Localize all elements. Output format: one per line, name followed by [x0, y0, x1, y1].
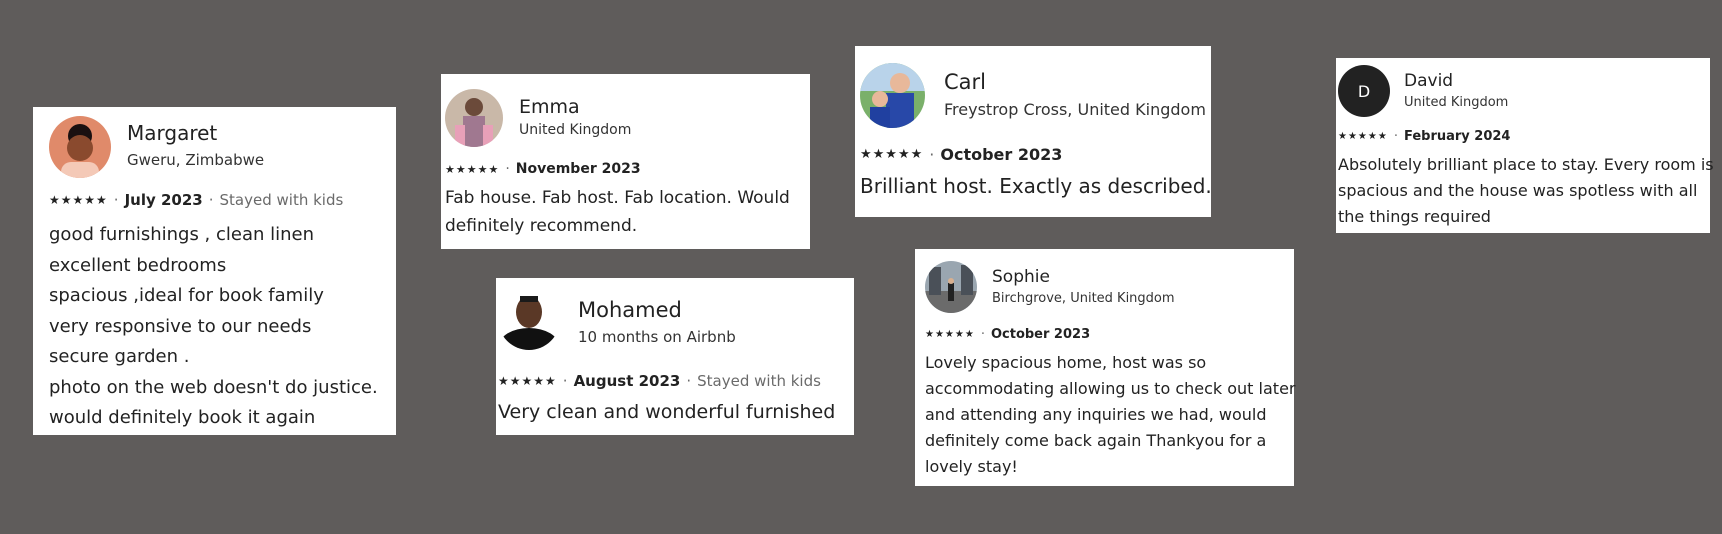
review-meta: ★★★★★ · February 2024	[1338, 129, 1510, 144]
trip-type: Stayed with kids	[697, 372, 821, 390]
star-rating-icon: ★★★★★	[1338, 131, 1388, 142]
review-meta: ★★★★★ · November 2023	[445, 161, 641, 177]
avatar[interactable]	[860, 63, 925, 128]
avatar[interactable]	[445, 89, 503, 147]
review-card-carl: Carl Freystrop Cross, United Kingdom ★★★…	[855, 46, 1212, 217]
review-text: Fab house. Fab host. Fab location. Would…	[445, 184, 790, 240]
separator-dot: ·	[980, 327, 985, 342]
review-text: Very clean and wonderful furnished	[498, 398, 835, 426]
review-line: lovely stay!	[925, 457, 1018, 476]
review-date: July 2023	[124, 191, 203, 209]
reviewer-location: Birchgrove, United Kingdom	[992, 291, 1175, 306]
review-line: photo on the web doesn't do justice.	[49, 376, 378, 398]
separator-dot: ·	[562, 372, 568, 390]
review-line: Lovely spacious home, host was so	[925, 353, 1207, 372]
review-card-sophie: Sophie Birchgrove, United Kingdom ★★★★★ …	[915, 249, 1295, 486]
reviewer-location: United Kingdom	[519, 122, 632, 138]
reviewer-location: Gweru, Zimbabwe	[127, 151, 265, 169]
avatar[interactable]	[925, 261, 977, 313]
review-line: very responsive to our needs	[49, 315, 312, 337]
review-card-emma: Emma United Kingdom ★★★★★ · November 202…	[441, 74, 810, 249]
review-line: Absolutely brilliant place to stay. Ever…	[1338, 155, 1714, 174]
separator-dot: ·	[208, 191, 214, 209]
review-text: good furnishings , clean linen excellent…	[49, 220, 378, 434]
review-meta: ★★★★★ · August 2023 · Stayed with kids	[498, 372, 821, 390]
reviewer-name: Mohamed	[578, 298, 682, 322]
review-line: secure garden .	[49, 346, 190, 367]
review-line: the things required	[1338, 207, 1491, 226]
separator-dot: ·	[113, 191, 119, 209]
review-line: would definitely book it again	[49, 407, 316, 428]
star-rating-icon: ★★★★★	[445, 162, 500, 176]
avatar[interactable]	[498, 288, 560, 350]
review-line: good furnishings , clean linen	[49, 224, 315, 245]
review-card-margaret: Margaret Gweru, Zimbabwe ★★★★★ · July 20…	[33, 107, 396, 435]
review-text: Brilliant host. Exactly as described.	[860, 171, 1212, 201]
review-card-david: D David United Kingdom ★★★★★ · February …	[1336, 58, 1714, 233]
reviewer-name: Carl	[944, 70, 986, 94]
separator-dot: ·	[505, 161, 510, 177]
trip-type: Stayed with kids	[219, 191, 344, 209]
reviewer-location: 10 months on Airbnb	[578, 328, 736, 346]
review-date: November 2023	[515, 161, 641, 177]
review-line: definitely come back again Thankyou for …	[925, 431, 1267, 450]
review-line: accommodating allowing us to check out l…	[925, 379, 1296, 398]
reviewer-name: Emma	[519, 96, 580, 118]
review-line: spacious and the house was spotless with…	[1338, 181, 1698, 200]
review-date: August 2023	[573, 372, 681, 390]
reviewer-name: David	[1404, 71, 1454, 91]
reviewer-name: Margaret	[127, 121, 218, 145]
avatar[interactable]: D	[1338, 65, 1390, 117]
separator-dot: ·	[929, 145, 935, 164]
reviewer-name: Sophie	[992, 267, 1050, 287]
reviewer-location: United Kingdom	[1404, 95, 1509, 110]
star-rating-icon: ★★★★★	[860, 147, 924, 162]
star-rating-icon: ★★★★★	[498, 374, 557, 388]
review-text: Lovely spacious home, host was so accomm…	[925, 350, 1295, 480]
review-text: Absolutely brilliant place to stay. Ever…	[1338, 152, 1714, 230]
review-line: Brilliant host. Exactly as described.	[860, 174, 1212, 198]
separator-dot: ·	[1393, 129, 1398, 144]
separator-dot: ·	[686, 372, 692, 390]
review-date: October 2023	[990, 327, 1091, 342]
avatar[interactable]	[49, 116, 111, 178]
review-line: spacious ,ideal for book family	[49, 285, 324, 306]
review-line: and attending any inquiries we had, woul…	[925, 405, 1267, 424]
avatar-initial: D	[1357, 81, 1371, 101]
review-line: definitely recommend.	[445, 216, 638, 236]
review-meta: ★★★★★ · October 2023	[925, 327, 1090, 342]
review-date: February 2024	[1403, 129, 1511, 144]
review-card-mohamed: Mohamed 10 months on Airbnb ★★★★★ · Augu…	[496, 278, 854, 435]
reviewer-location: Freystrop Cross, United Kingdom	[944, 100, 1206, 119]
review-line: Very clean and wonderful furnished	[498, 401, 836, 423]
star-rating-icon: ★★★★★	[925, 329, 975, 340]
review-line: Fab house. Fab host. Fab location. Would	[445, 188, 790, 208]
review-date: October 2023	[940, 145, 1063, 164]
review-line: excellent bedrooms	[49, 254, 227, 276]
star-rating-icon: ★★★★★	[49, 193, 108, 207]
review-meta: ★★★★★ · October 2023	[860, 145, 1062, 164]
review-meta: ★★★★★ · July 2023 · Stayed with kids	[49, 191, 343, 209]
